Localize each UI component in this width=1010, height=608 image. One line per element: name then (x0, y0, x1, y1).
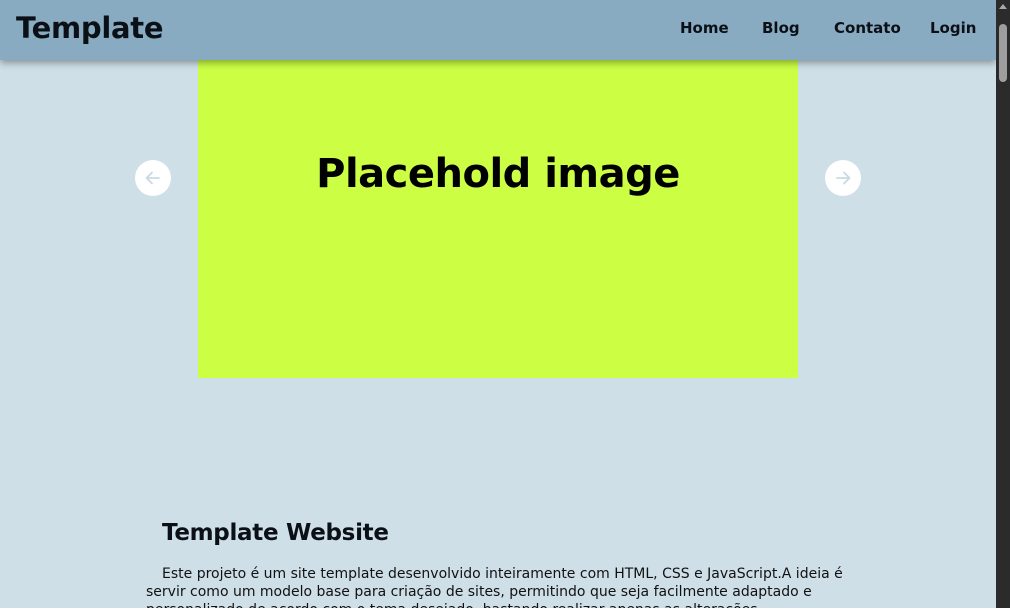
nav-link-home[interactable]: Home (680, 19, 729, 37)
arrow-left-icon (145, 171, 160, 185)
nav-link-contato[interactable]: Contato (834, 19, 901, 37)
nav-link-login[interactable]: Login (930, 19, 976, 37)
nav-link-blog[interactable]: Blog (762, 19, 800, 37)
article-title: Template Website (162, 520, 389, 546)
vertical-scrollbar[interactable] (996, 0, 1010, 608)
arrow-right-icon (836, 171, 851, 185)
carousel-next-button[interactable] (825, 160, 861, 196)
main-nav: Home Blog Contato Login (0, 19, 996, 41)
carousel-slide: Placehold image (198, 60, 798, 378)
carousel-prev-button[interactable] (135, 160, 171, 196)
slide-placeholder-text: Placehold image (316, 151, 680, 197)
page: Template Home Blog Contato Login Placeho… (0, 0, 996, 608)
scrollbar-thumb[interactable] (999, 24, 1007, 82)
scroll-up-arrow-icon[interactable] (999, 4, 1007, 9)
article-body: Este projeto é um site template desenvol… (146, 566, 843, 608)
site-header: Template Home Blog Contato Login (0, 0, 996, 60)
